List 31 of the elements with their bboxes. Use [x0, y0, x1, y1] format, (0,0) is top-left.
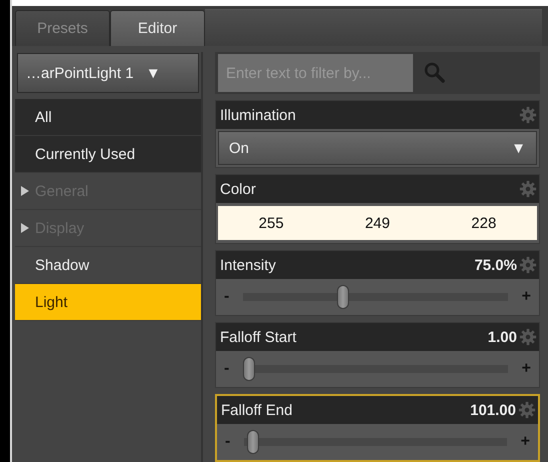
illumination-dropdown[interactable]: On ▼ [218, 131, 537, 165]
node-dropdown[interactable]: …arPointLight 1 ▼ [17, 53, 199, 93]
expand-triangle-icon [21, 223, 29, 233]
slider-thumb[interactable] [246, 430, 259, 454]
slider-thumb[interactable] [243, 357, 256, 381]
expand-triangle-icon [21, 186, 29, 196]
property-value: 75.0% [474, 256, 517, 274]
slider-thumb[interactable] [336, 285, 349, 309]
increment-button[interactable]: + [520, 360, 533, 378]
color-channel-value: 255 [258, 214, 284, 232]
property-label: Color [220, 180, 257, 198]
property-label: Intensity [220, 256, 277, 274]
decrement-button[interactable]: - [222, 288, 232, 306]
search-icon[interactable] [423, 61, 447, 85]
property-value: 1.00 [488, 328, 517, 346]
sidebar-item[interactable]: Light [15, 284, 201, 321]
decrement-button[interactable]: - [223, 433, 232, 451]
increment-button[interactable]: + [518, 433, 532, 451]
panel-tab[interactable]: Editor [110, 10, 205, 46]
sidebar-item[interactable]: Currently Used [15, 136, 201, 173]
increment-button[interactable]: + [520, 288, 533, 306]
decrement-button[interactable]: - [222, 360, 232, 378]
color-field[interactable]: 255 249 228 [218, 206, 537, 240]
property-label: Illumination [220, 106, 297, 124]
sidebar-item[interactable]: All [15, 99, 201, 136]
color-channel-value: 249 [364, 214, 390, 232]
property-label: Falloff Start [220, 328, 298, 346]
color-channel-value: 228 [471, 214, 496, 232]
panel-tab[interactable]: Presets [15, 10, 110, 46]
property-value: 101.00 [470, 402, 516, 418]
property-label: Falloff End [221, 402, 294, 418]
